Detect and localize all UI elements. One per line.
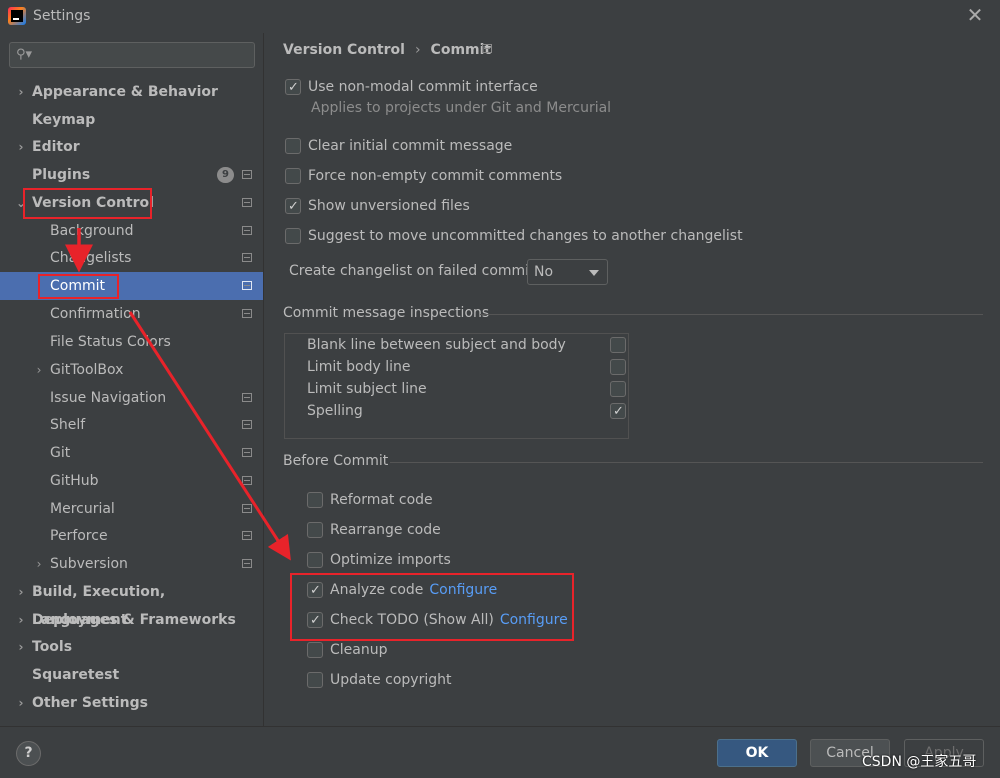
checkbox-unchecked[interactable] bbox=[285, 228, 301, 244]
sidebar-item-keymap[interactable]: Keymap bbox=[0, 106, 263, 134]
search-input[interactable]: ⚲▾ bbox=[9, 42, 255, 68]
project-level-icon bbox=[242, 504, 252, 513]
inspection-row[interactable]: Blank line between subject and body bbox=[285, 334, 628, 356]
dialog-footer: ? OK Cancel Apply CSDN @王家五哥 bbox=[0, 726, 1000, 778]
sidebar-item-appearance-behavior[interactable]: › Appearance & Behavior bbox=[0, 78, 263, 106]
sidebar-item-shelf[interactable]: Shelf bbox=[0, 411, 263, 439]
checkbox-checked[interactable] bbox=[285, 196, 301, 218]
chevron-right-icon: › bbox=[18, 640, 24, 654]
sidebar-item-mercurial[interactable]: Mercurial bbox=[0, 495, 263, 523]
plugins-update-badge: 9 bbox=[217, 167, 234, 183]
sidebar-item-background[interactable]: Background bbox=[0, 217, 263, 245]
chevron-right-icon: › bbox=[36, 363, 42, 377]
search-icon: ⚲▾ bbox=[16, 47, 33, 62]
sidebar-item-issue-navigation[interactable]: Issue Navigation bbox=[0, 384, 263, 412]
sidebar-item-gittoolbox[interactable]: › GitToolBox bbox=[0, 356, 263, 384]
sidebar-item-squaretest[interactable]: Squaretest bbox=[0, 661, 263, 689]
sidebar-item-languages-frameworks[interactable]: › Languages & Frameworks bbox=[0, 606, 263, 634]
chevron-right-icon: › bbox=[18, 585, 24, 599]
project-level-icon bbox=[242, 531, 252, 540]
inspection-row[interactable]: Spelling bbox=[285, 400, 628, 423]
project-level-icon bbox=[242, 476, 252, 485]
project-level-icon bbox=[242, 448, 252, 457]
project-level-icon bbox=[242, 420, 252, 429]
sidebar-item-plugins[interactable]: Plugins 9 bbox=[0, 161, 263, 189]
sidebar-item-git[interactable]: Git bbox=[0, 439, 263, 467]
checkbox-unchecked[interactable] bbox=[610, 337, 626, 353]
project-level-icon bbox=[242, 393, 252, 402]
inspection-row[interactable]: Limit body line bbox=[285, 356, 628, 378]
sidebar-item-github[interactable]: GitHub bbox=[0, 467, 263, 495]
sidebar-item-changelists[interactable]: Changelists bbox=[0, 244, 263, 272]
checkbox-unchecked[interactable] bbox=[307, 642, 323, 658]
inspections-table: Blank line between subject and body Limi… bbox=[284, 333, 629, 439]
breadcrumb-separator: › bbox=[414, 42, 421, 58]
checkbox-unchecked[interactable] bbox=[610, 359, 626, 375]
annotation-box-commit bbox=[38, 274, 119, 299]
checkbox-unchecked[interactable] bbox=[307, 492, 323, 508]
checkbox-unchecked[interactable] bbox=[307, 552, 323, 568]
sidebar-item-subversion[interactable]: › Subversion bbox=[0, 550, 263, 578]
close-icon[interactable]: ✕ bbox=[964, 4, 986, 26]
inspections-section-title: Commit message inspections bbox=[283, 305, 490, 321]
project-level-icon bbox=[242, 170, 252, 179]
project-level-icon bbox=[242, 198, 252, 207]
section-divider bbox=[390, 462, 983, 463]
sidebar-item-build-execution-deployment[interactable]: › Build, Execution, Deployment bbox=[0, 578, 263, 628]
project-level-icon bbox=[482, 44, 492, 53]
project-level-icon bbox=[242, 559, 252, 568]
sidebar-item-perforce[interactable]: Perforce bbox=[0, 522, 263, 550]
checkbox-unchecked[interactable] bbox=[285, 138, 301, 154]
chevron-right-icon: › bbox=[36, 557, 42, 571]
csdn-watermark: CSDN @王家五哥 bbox=[862, 754, 977, 770]
sidebar-item-file-status-colors[interactable]: File Status Colors bbox=[0, 328, 263, 356]
non-modal-hint: Applies to projects under Git and Mercur… bbox=[311, 100, 612, 116]
before-commit-section-title: Before Commit bbox=[283, 453, 389, 469]
chevron-right-icon: › bbox=[18, 696, 24, 710]
section-divider bbox=[480, 314, 983, 315]
checkbox-unchecked[interactable] bbox=[307, 522, 323, 538]
sidebar-item-tools[interactable]: › Tools bbox=[0, 633, 263, 661]
breadcrumb-parent[interactable]: Version Control bbox=[283, 42, 405, 58]
chevron-right-icon: › bbox=[18, 613, 24, 627]
checkbox-unchecked[interactable] bbox=[307, 672, 323, 688]
checkbox-unchecked[interactable] bbox=[285, 168, 301, 184]
sidebar-item-editor[interactable]: › Editor bbox=[0, 133, 263, 161]
checkbox-checked[interactable] bbox=[285, 77, 301, 99]
project-level-icon bbox=[242, 226, 252, 235]
window-title: Settings bbox=[33, 8, 91, 24]
annotation-box-before-commit-options bbox=[290, 573, 574, 641]
ok-button[interactable]: OK bbox=[717, 739, 797, 767]
settings-sidebar: ⚲▾ › Appearance & Behavior Keymap › Edit… bbox=[0, 33, 263, 726]
chevron-right-icon: › bbox=[18, 85, 24, 99]
chevron-down-icon bbox=[589, 270, 599, 276]
create-changelist-select[interactable]: No bbox=[527, 259, 608, 285]
intellij-app-icon bbox=[8, 7, 26, 25]
checkbox-checked[interactable] bbox=[610, 401, 626, 423]
sidebar-item-confirmation[interactable]: Confirmation bbox=[0, 300, 263, 328]
inspection-row[interactable]: Limit subject line bbox=[285, 378, 628, 400]
project-level-icon bbox=[242, 253, 252, 262]
create-changelist-label: Create changelist on failed commit: bbox=[289, 263, 540, 279]
project-level-icon bbox=[242, 309, 252, 318]
project-level-icon bbox=[242, 281, 252, 290]
annotation-box-version-control bbox=[23, 188, 152, 219]
title-bar: Settings ✕ bbox=[0, 0, 1000, 33]
help-button[interactable]: ? bbox=[16, 741, 41, 766]
checkbox-unchecked[interactable] bbox=[610, 381, 626, 397]
breadcrumb: Version Control › Commit bbox=[283, 42, 491, 58]
sidebar-item-other-settings[interactable]: › Other Settings bbox=[0, 689, 263, 717]
chevron-right-icon: › bbox=[18, 140, 24, 154]
